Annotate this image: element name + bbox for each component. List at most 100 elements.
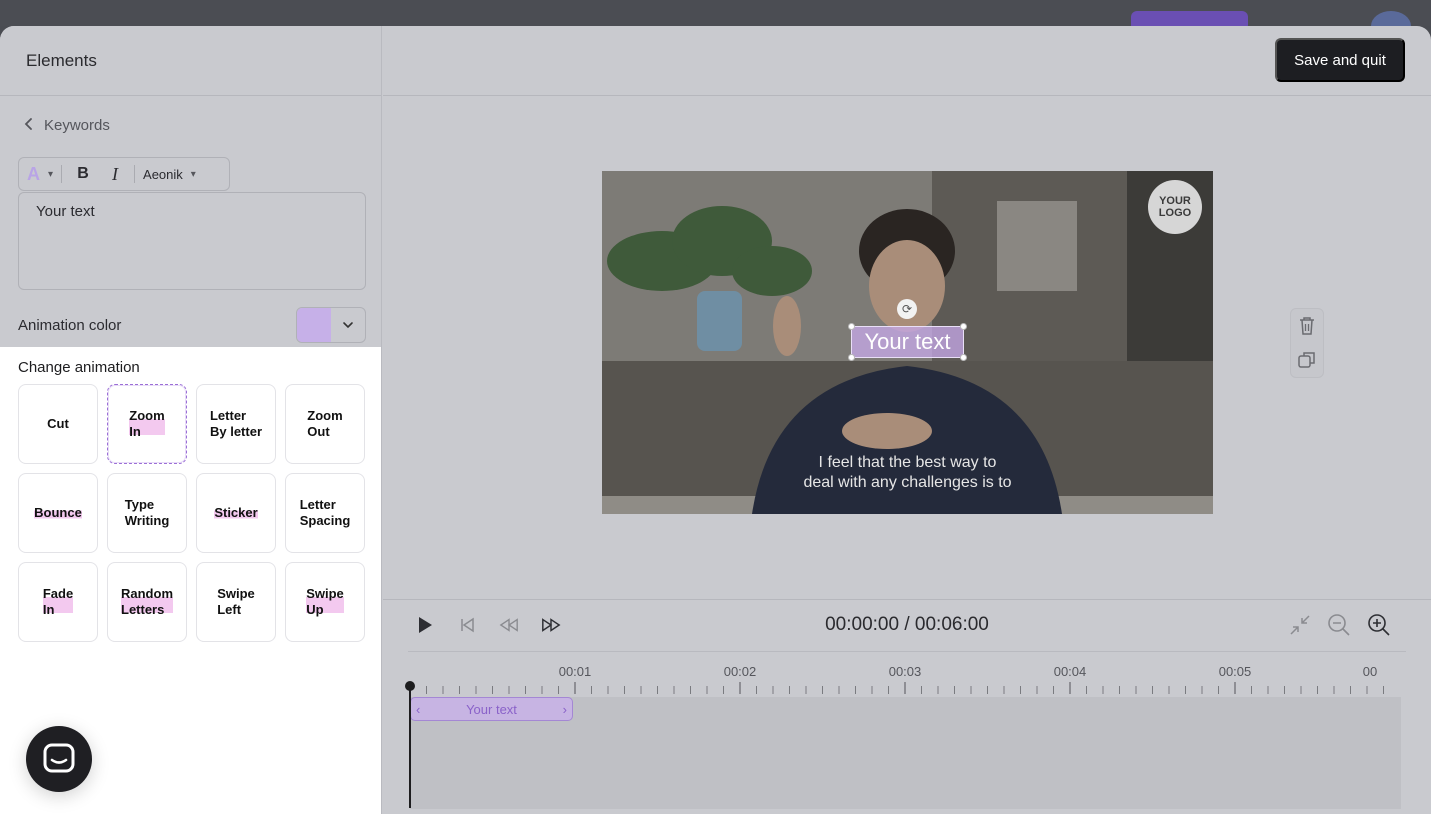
- clip-left-handle[interactable]: ‹: [416, 702, 420, 717]
- animation-option-label: Letter Spacing: [299, 497, 351, 528]
- fast-forward-button[interactable]: [541, 614, 561, 636]
- animation-option-label: Zoom Out: [307, 408, 343, 439]
- text-color-button[interactable]: A: [27, 164, 40, 185]
- ruler-tick-label: 00:03: [888, 664, 922, 679]
- chevron-down-icon[interactable]: ▾: [48, 169, 53, 180]
- text-content-input[interactable]: [18, 192, 366, 290]
- italic-button[interactable]: I: [104, 164, 126, 185]
- animation-option-label: Swipe Left: [217, 586, 255, 617]
- animation-option-zoom-out[interactable]: Zoom Out: [285, 384, 365, 464]
- resize-handle[interactable]: [848, 323, 855, 330]
- change-animation-title: Change animation: [18, 359, 140, 376]
- ruler-tick-label: 00:05: [1218, 664, 1252, 679]
- workspace-header: [383, 26, 1431, 96]
- chevron-down-icon[interactable]: [331, 318, 365, 332]
- change-animation-section: Change animation Cut Zoom In Letter By let…: [0, 347, 381, 814]
- play-button[interactable]: [415, 614, 435, 636]
- animation-option-letter-by-letter[interactable]: Letter By letter: [196, 384, 276, 464]
- fast-forward-icon: [542, 618, 561, 632]
- ruler-tick-label: 00:02: [723, 664, 757, 679]
- timeline-clip-text[interactable]: ‹ Your text ›: [410, 697, 573, 721]
- overlay-text: Your text: [864, 329, 951, 354]
- animation-option-label: Sticker: [214, 505, 258, 521]
- animation-option-swipe-left[interactable]: Swipe Left: [196, 562, 276, 642]
- animation-option-label: Fade In: [42, 586, 74, 618]
- timeline-zoom-tools: [1289, 613, 1391, 637]
- chat-support-button[interactable]: [26, 726, 92, 792]
- zoom-in-icon[interactable]: [1367, 613, 1391, 637]
- font-select[interactable]: Aeonik: [143, 167, 183, 182]
- playback-controls: [415, 614, 561, 636]
- ruler-tick-label: 00:04: [1053, 664, 1087, 679]
- animation-color-picker[interactable]: [296, 307, 366, 343]
- animation-option-bounce[interactable]: Bounce: [18, 473, 98, 553]
- animation-option-sticker[interactable]: Sticker: [196, 473, 276, 553]
- skip-start-icon: [461, 617, 474, 633]
- resize-handle[interactable]: [960, 354, 967, 361]
- panel-title: Elements: [26, 50, 97, 70]
- timeline-divider: [408, 651, 1406, 652]
- animation-option-label: Cut: [47, 416, 69, 431]
- animation-option-type-writing[interactable]: Type Writing: [107, 473, 187, 553]
- back-to-keywords-link[interactable]: Keywords: [24, 116, 110, 134]
- editor-workspace: Save and quit YOUR LOGO ⟳ Your text I fe…: [383, 26, 1431, 814]
- chat-icon: [43, 743, 75, 773]
- text-overlay-element[interactable]: Your text: [848, 323, 967, 361]
- clip-right-handle[interactable]: ›: [563, 702, 567, 717]
- animation-option-zoom-in[interactable]: Zoom In: [107, 384, 187, 464]
- editor-sheet: Elements Keywords A ▾ B I Aeonik ▾ Anima…: [0, 26, 1431, 814]
- panel-header: Elements: [0, 26, 381, 96]
- ruler-tick-label: 00:01: [558, 664, 592, 679]
- elements-panel: Elements Keywords A ▾ B I Aeonik ▾ Anima…: [0, 26, 382, 814]
- timeline-ruler[interactable]: 00:01 00:02 00:03 00:04 00:05 00: [410, 664, 1400, 694]
- animation-option-swipe-up[interactable]: Swipe Up: [285, 562, 365, 642]
- chevron-left-icon: [24, 116, 34, 134]
- element-side-tools: [1290, 308, 1324, 378]
- resize-handle[interactable]: [848, 354, 855, 361]
- animation-option-label: Type Writing: [124, 497, 170, 528]
- animation-option-cut[interactable]: Cut: [18, 384, 98, 464]
- timeline-playhead[interactable]: [405, 681, 415, 808]
- trash-icon[interactable]: [1298, 316, 1316, 336]
- chevron-down-icon[interactable]: ▾: [191, 169, 196, 180]
- clip-label: Your text: [466, 701, 517, 717]
- rewind-button[interactable]: [499, 614, 519, 636]
- back-label: Keywords: [44, 116, 110, 134]
- toolbar-divider: [61, 165, 63, 183]
- rotate-icon[interactable]: ⟳: [897, 299, 917, 319]
- animation-option-letter-spacing[interactable]: Letter Spacing: [285, 473, 365, 553]
- text-format-toolbar: A ▾ B I Aeonik ▾: [18, 157, 230, 191]
- logo-text: YOUR LOGO: [1158, 195, 1192, 219]
- animation-option-label: Letter By letter: [209, 408, 263, 439]
- duplicate-icon[interactable]: [1297, 350, 1317, 370]
- subtitle-line: I feel that the best way to: [818, 454, 997, 471]
- animation-option-label: Swipe Up: [306, 586, 344, 618]
- play-icon: [419, 617, 432, 633]
- resize-handle[interactable]: [960, 323, 967, 330]
- collapse-icon[interactable]: [1289, 614, 1311, 636]
- zoom-out-icon[interactable]: [1327, 613, 1351, 637]
- toolbar-divider: [134, 165, 136, 183]
- animation-option-random-letters[interactable]: Random Letters: [107, 562, 187, 642]
- app-topbar-background: [0, 0, 1431, 41]
- subtitle-line: deal with any challenges is to: [803, 474, 1012, 491]
- ruler-tick-label: 00: [1362, 664, 1378, 679]
- playhead-knob[interactable]: [405, 681, 415, 691]
- animation-option-label: Bounce: [34, 505, 82, 521]
- animation-color-swatch[interactable]: [297, 308, 331, 342]
- timeline-panel: 00:00:00 / 00:06:00 00:01 00:02 00:03 00…: [383, 599, 1431, 814]
- animation-grid: Cut Zoom In Letter By letter Zoom Out Bounce…: [18, 384, 365, 642]
- animation-color-label: Animation color: [18, 316, 122, 334]
- video-preview[interactable]: YOUR LOGO ⟳ Your text I feel that the be…: [602, 171, 1213, 514]
- animation-option-fade-in[interactable]: Fade In: [18, 562, 98, 642]
- subtitle-caption: I feel that the best way to deal with any…: [602, 453, 1213, 493]
- logo-placeholder[interactable]: YOUR LOGO: [1148, 180, 1202, 234]
- save-and-quit-button[interactable]: Save and quit: [1275, 38, 1405, 82]
- animation-option-label: Zoom In: [129, 408, 165, 440]
- skip-to-start-button[interactable]: [457, 614, 477, 636]
- timeline-track[interactable]: ‹ Your text ›: [410, 697, 1401, 809]
- bold-button[interactable]: B: [70, 165, 96, 183]
- animation-option-label: Random Letters: [121, 586, 173, 618]
- animation-color-row: Animation color: [18, 306, 366, 344]
- rewind-icon: [499, 618, 518, 632]
